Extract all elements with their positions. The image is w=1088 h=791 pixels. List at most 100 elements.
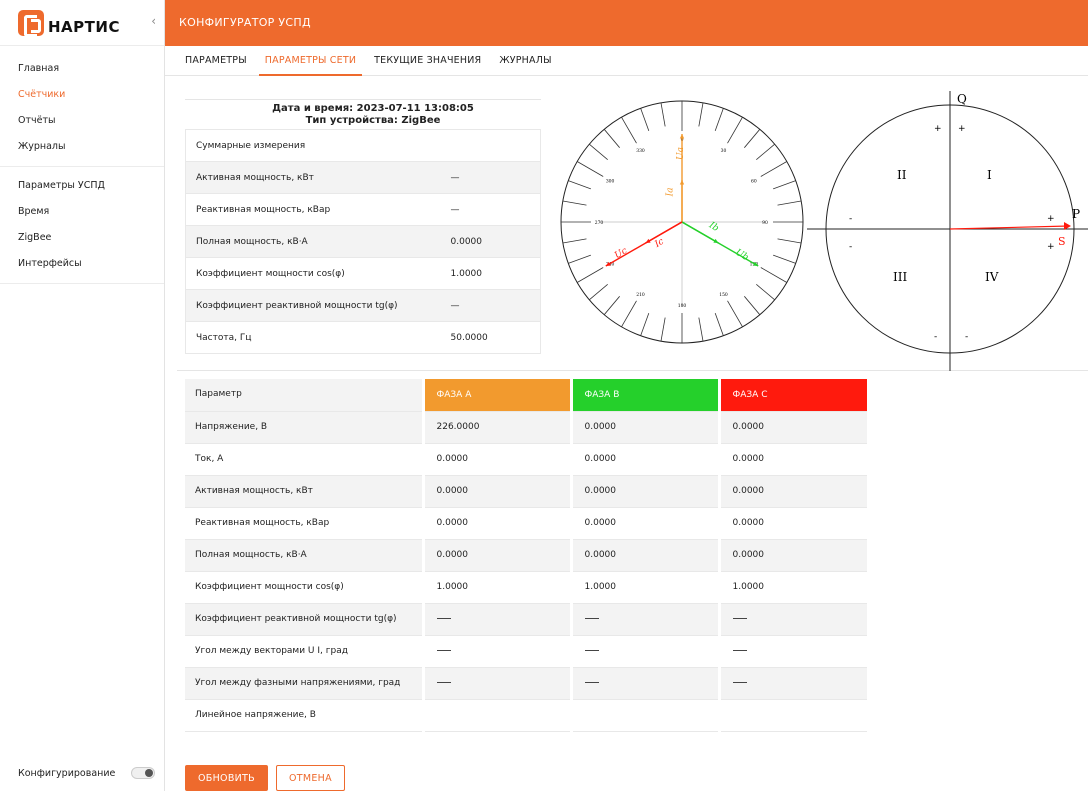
q-axis-label: Q	[957, 92, 967, 106]
sign-label: +	[1047, 242, 1055, 252]
col-header-phase-a: ФАЗА А	[421, 379, 571, 412]
cell-phase-b: 0.0000	[569, 411, 719, 444]
row-label: Суммарные измерения	[185, 129, 451, 162]
cancel-button[interactable]: ОТМЕНА	[275, 765, 345, 791]
p-axis-label: P	[1072, 207, 1080, 221]
sign-label: -	[849, 242, 852, 252]
vector-label-ia: Ia	[666, 187, 676, 197]
cell-phase-b	[569, 699, 719, 732]
row-label: Напряжение, В	[185, 411, 423, 444]
cell-phase-a: 0.0000	[421, 443, 571, 476]
table-row: Коэффициент мощности cos(φ) 1.0000	[185, 257, 541, 290]
table-row: Коэффициент реактивной мощности tg(φ) —	[185, 289, 541, 322]
summary-panel: Дата и время: 2023-07-11 13:08:05 Тип ус…	[177, 91, 1088, 371]
config-toggle-row: Конфигурирование	[18, 767, 156, 779]
table-header-row: Параметр ФАЗА А ФАЗА B ФАЗА С	[185, 379, 867, 412]
cell-phase-a	[421, 635, 571, 668]
row-label: Коэффициент реактивной мощности tg(φ)	[185, 289, 451, 322]
row-label: Коэффициент реактивной мощности tg(φ)	[185, 603, 423, 636]
cell-phase-a	[421, 603, 571, 636]
col-header-phase-c: ФАЗА С	[717, 379, 867, 412]
cell-phase-c: 0.0000	[717, 539, 867, 572]
tab-current-values[interactable]: ТЕКУЩИЕ ЗНАЧЕНИЯ	[374, 46, 481, 75]
action-buttons: ОБНОВИТЬ ОТМЕНА	[185, 765, 345, 791]
row-label: Ток, А	[185, 443, 423, 476]
dash-placeholder	[436, 650, 451, 651]
cell-phase-c: 1.0000	[717, 571, 867, 604]
sidebar-item-uspd-params[interactable]: Параметры УСПД	[0, 173, 164, 199]
sidebar-item-meters[interactable]: Счётчики	[0, 82, 164, 108]
main-content: Дата и время: 2023-07-11 13:08:05 Тип ус…	[165, 77, 1088, 791]
cell-phase-b: 0.0000	[569, 539, 719, 572]
vector-label-ua: Ua	[676, 147, 686, 160]
tab-network-parameters[interactable]: ПАРАМЕТРЫ СЕТИ	[258, 46, 363, 76]
cell-phase-c	[717, 635, 867, 668]
cell-phase-c: 0.0000	[717, 475, 867, 508]
row-label: Угол между векторами U I, град	[185, 635, 423, 668]
dial-angle-label: 330	[636, 148, 645, 154]
cell-phase-c	[717, 667, 867, 700]
sidebar-item-zigbee[interactable]: ZigBee	[0, 225, 164, 251]
dash-placeholder	[584, 650, 599, 651]
cell-phase-c	[717, 603, 867, 636]
tab-journals[interactable]: ЖУРНАЛЫ	[499, 46, 551, 75]
divider	[185, 99, 541, 100]
row-label: Угол между фазными напряжениями, град	[185, 667, 423, 700]
sign-label: +	[958, 124, 966, 134]
row-label: Линейное напряжение, В	[185, 699, 423, 732]
quadrant-label: III	[893, 270, 907, 284]
phase-table: Параметр ФАЗА А ФАЗА B ФАЗА С Напряжение…	[185, 379, 867, 732]
config-toggle[interactable]	[131, 767, 156, 779]
dash-placeholder	[732, 650, 747, 651]
dial-angle-label: 270	[595, 220, 604, 226]
cell-phase-b: 0.0000	[569, 507, 719, 540]
table-row: Угол между векторами U I, град	[185, 635, 867, 668]
sidebar-item-reports[interactable]: Отчёты	[0, 108, 164, 134]
cell-phase-b: 1.0000	[569, 571, 719, 604]
table-row: Угол между фазными напряжениями, град	[185, 667, 867, 700]
table-row: Полная мощность, кВ·А 0.0000 0.0000 0.00…	[185, 539, 867, 572]
dial-angle-label: 90	[762, 220, 768, 226]
table-row: Напряжение, В 226.0000 0.0000 0.0000	[185, 411, 867, 444]
sidebar-item-interfaces[interactable]: Интерфейсы	[0, 251, 164, 277]
cell-phase-a: 0.0000	[421, 507, 571, 540]
row-value	[450, 129, 541, 162]
table-row: Коэффициент реактивной мощности tg(φ)	[185, 603, 867, 636]
cell-phase-c: 0.0000	[717, 507, 867, 540]
device-type-text: Тип устройства: ZigBee	[305, 115, 441, 126]
cell-phase-a: 1.0000	[421, 571, 571, 604]
cell-phase-b: 0.0000	[569, 475, 719, 508]
sign-label: +	[934, 124, 942, 134]
row-label: Коэффициент мощности cos(φ)	[185, 571, 423, 604]
tab-bar: ПАРАМЕТРЫ ПАРАМЕТРЫ СЕТИ ТЕКУЩИЕ ЗНАЧЕНИ…	[165, 46, 1088, 76]
sidebar-item-time[interactable]: Время	[0, 199, 164, 225]
refresh-button[interactable]: ОБНОВИТЬ	[185, 765, 268, 791]
chevron-left-icon[interactable]: ‹	[151, 14, 156, 28]
cell-phase-b: 0.0000	[569, 443, 719, 476]
nav-main: Главная Счётчики Отчёты Журналы	[0, 46, 164, 167]
cell-phase-c: 0.0000	[717, 443, 867, 476]
quadrant-label: II	[897, 168, 907, 182]
sign-label: -	[965, 332, 968, 342]
table-row: Активная мощность, кВт 0.0000 0.0000 0.0…	[185, 475, 867, 508]
summary-table: Суммарные измерения Активная мощность, к…	[185, 129, 541, 354]
page-title: КОНФИГУРАТОР УСПД	[179, 16, 311, 29]
row-label: Частота, Гц	[185, 321, 451, 354]
sidebar-item-home[interactable]: Главная	[0, 56, 164, 82]
cell-phase-a: 0.0000	[421, 475, 571, 508]
dash-placeholder	[732, 618, 747, 619]
sidebar-item-journals[interactable]: Журналы	[0, 134, 164, 160]
table-row: Суммарные измерения	[185, 129, 541, 162]
phase-table-wrap: Параметр ФАЗА А ФАЗА B ФАЗА С Напряжение…	[185, 379, 867, 732]
cell-phase-b	[569, 603, 719, 636]
quadrant-label: IV	[985, 270, 999, 284]
row-label: Активная мощность, кВт	[185, 475, 423, 508]
row-value: 50.0000	[450, 321, 541, 354]
tab-parameters[interactable]: ПАРАМЕТРЫ	[185, 46, 247, 75]
sign-label: -	[934, 332, 937, 342]
sign-label: +	[1047, 214, 1055, 224]
logo-text: НАРТИС	[48, 17, 120, 36]
row-value: —	[450, 289, 541, 322]
dash-placeholder	[584, 618, 599, 619]
cell-phase-a: 0.0000	[421, 539, 571, 572]
